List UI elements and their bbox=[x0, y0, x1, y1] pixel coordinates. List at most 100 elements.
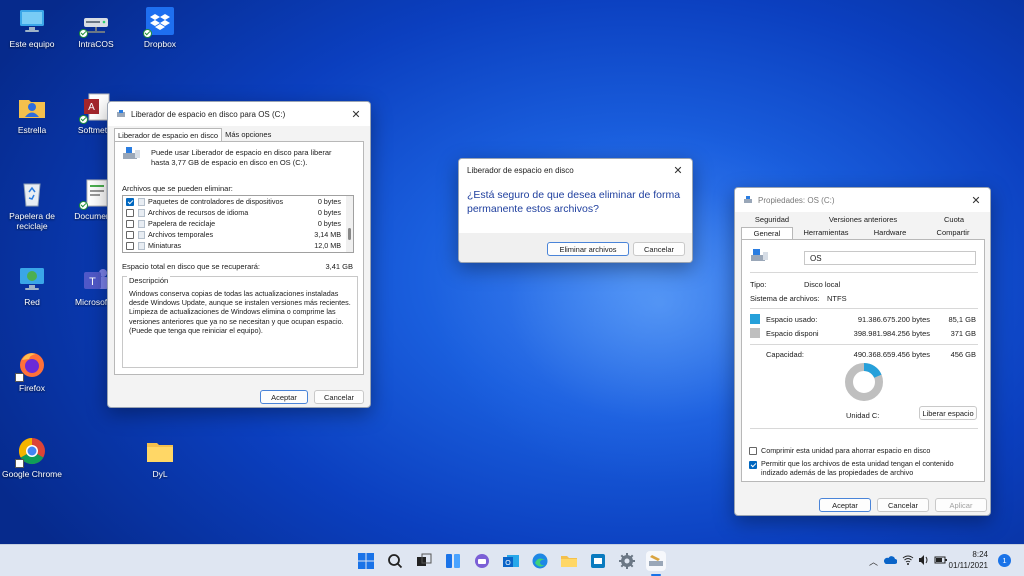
file-checkbox[interactable] bbox=[126, 230, 134, 239]
cancel-button[interactable]: Cancelar bbox=[314, 390, 364, 404]
sync-ok-icon bbox=[143, 29, 152, 38]
compress-label: Comprimir esta unidad para ahorrar espac… bbox=[761, 446, 931, 455]
windows-logo-icon bbox=[358, 553, 374, 569]
apply-button[interactable]: Aplicar bbox=[935, 498, 987, 512]
cancel-button[interactable]: Cancelar bbox=[633, 242, 685, 256]
file-checkbox[interactable] bbox=[126, 197, 134, 206]
desktop-icon-red[interactable]: Red bbox=[0, 264, 64, 307]
desktop-icon-este-equipo[interactable]: Este equipo bbox=[0, 6, 64, 49]
input-value: OS bbox=[810, 254, 822, 263]
button-label: Cancelar bbox=[643, 244, 674, 254]
tab-more-options[interactable]: Más opciones bbox=[222, 128, 274, 141]
scrollbar-thumb[interactable] bbox=[348, 228, 351, 240]
desktop-icon-dropbox[interactable]: Dropbox bbox=[128, 6, 192, 49]
disk-cleanup-icon bbox=[123, 147, 140, 159]
index-option[interactable]: Permitir que los archivos de esta unidad… bbox=[749, 459, 979, 477]
shortcut-arrow-icon bbox=[15, 459, 24, 468]
tab-seguridad[interactable]: Seguridad bbox=[741, 215, 803, 226]
divider bbox=[750, 428, 978, 429]
tab-cuota[interactable]: Cuota bbox=[923, 215, 985, 226]
file-explorer-button[interactable] bbox=[559, 551, 579, 571]
file-list-item[interactable]: Archivos temporales 3,14 MB bbox=[123, 229, 353, 240]
tab-hardware[interactable]: Hardware bbox=[859, 227, 921, 239]
close-button[interactable]: ✕ bbox=[342, 102, 370, 126]
capacity-label: Capacidad: bbox=[766, 350, 804, 359]
file-size: 3,14 MB bbox=[314, 230, 341, 239]
button-strip: Eliminar archivos Cancelar bbox=[459, 233, 692, 262]
settings-button[interactable] bbox=[617, 551, 637, 571]
dell-app-button[interactable] bbox=[588, 551, 608, 571]
delete-files-button[interactable]: Eliminar archivos bbox=[547, 242, 629, 256]
desktop-icon-papelera[interactable]: Papelera de reciclaje bbox=[0, 178, 64, 231]
ok-button[interactable]: Aceptar bbox=[819, 498, 871, 512]
firefox-icon bbox=[15, 350, 47, 382]
outlook-button[interactable]: O bbox=[501, 551, 521, 571]
tab-label: Cuota bbox=[943, 215, 964, 224]
disk-cleanup-taskbar-button[interactable] bbox=[646, 551, 666, 571]
description-text: Windows conserva copias de todas las act… bbox=[129, 289, 351, 335]
compress-checkbox[interactable] bbox=[749, 446, 757, 455]
onedrive-icon[interactable] bbox=[883, 555, 897, 565]
file-checkbox[interactable] bbox=[126, 208, 134, 217]
tab-label: Hardware bbox=[873, 228, 907, 237]
task-view-button[interactable] bbox=[414, 551, 434, 571]
desktop-icon-estrella[interactable]: Estrella bbox=[0, 92, 64, 135]
tray-chevron-icon[interactable]: ︿ bbox=[869, 555, 878, 568]
battery-icon[interactable] bbox=[934, 555, 948, 565]
file-name: Papelera de reciclaje bbox=[148, 219, 216, 228]
file-checkbox[interactable] bbox=[126, 241, 134, 250]
desktop-icon-dyl[interactable]: DyL bbox=[128, 436, 192, 479]
clock[interactable]: 8:24 01/11/2021 bbox=[948, 549, 988, 571]
tab-versiones[interactable]: Versiones anteriores bbox=[803, 215, 923, 226]
file-name: Paquetes de controladores de dispositivo… bbox=[148, 197, 284, 206]
notification-badge[interactable]: 1 bbox=[998, 554, 1011, 567]
network-drive-icon bbox=[79, 6, 111, 38]
search-button[interactable] bbox=[385, 551, 405, 571]
file-list-item[interactable]: Papelera de reciclaje 0 bytes bbox=[123, 218, 353, 229]
tab-compartir[interactable]: Compartir bbox=[921, 227, 985, 239]
description-box: Descripción Windows conserva copias de t… bbox=[122, 276, 358, 368]
confirm-dialog: Liberador de espacio en disco ✕ ¿Está se… bbox=[458, 158, 693, 263]
desktop-icon-firefox[interactable]: Firefox bbox=[0, 350, 64, 393]
free-gb: 371 GB bbox=[950, 329, 976, 338]
volume-icon[interactable] bbox=[918, 554, 930, 566]
cleanup-app-icon bbox=[117, 110, 125, 117]
tab-cleanup[interactable]: Liberador de espacio en disco bbox=[114, 128, 223, 141]
list-scrollbar[interactable] bbox=[346, 196, 353, 252]
window-title: Liberador de espacio en disco para OS (C… bbox=[131, 109, 286, 119]
file-list-item[interactable]: Paquetes de controladores de dispositivo… bbox=[123, 196, 353, 207]
files-list: Paquetes de controladores de dispositivo… bbox=[122, 195, 354, 253]
start-button[interactable] bbox=[356, 551, 376, 571]
file-list-item[interactable]: Miniaturas 12,0 MB bbox=[123, 240, 353, 251]
file-list-item[interactable]: Archivos de recursos de idioma 0 bytes bbox=[123, 207, 353, 218]
network-tray-icon[interactable] bbox=[902, 554, 914, 566]
desktop-icon-chrome[interactable]: Google Chrome bbox=[0, 436, 64, 479]
drive-name-input[interactable]: OS bbox=[804, 251, 976, 265]
compress-option[interactable]: Comprimir esta unidad para ahorrar espac… bbox=[749, 446, 930, 455]
close-icon: ✕ bbox=[971, 194, 981, 207]
computer-icon bbox=[17, 6, 47, 36]
tab-label: Versiones anteriores bbox=[828, 215, 898, 224]
free-space-button[interactable]: Liberar espacio bbox=[919, 406, 977, 420]
free-bytes: 398.981.984.256 bytes bbox=[853, 329, 930, 338]
index-checkbox[interactable] bbox=[749, 461, 757, 469]
desktop-icon-intracos[interactable]: IntraCOS bbox=[64, 6, 128, 49]
chat-button[interactable] bbox=[472, 551, 492, 571]
close-button[interactable]: ✕ bbox=[962, 188, 990, 212]
svg-text:T: T bbox=[89, 276, 96, 288]
ok-button[interactable]: Aceptar bbox=[260, 390, 308, 404]
file-type-icon bbox=[138, 197, 145, 206]
file-size: 0 bytes bbox=[317, 208, 341, 217]
file-checkbox[interactable] bbox=[126, 219, 134, 228]
svg-text:O: O bbox=[505, 560, 511, 567]
titlebar: Propiedades: OS (C:) ✕ bbox=[735, 188, 990, 212]
file-size: 0 bytes bbox=[317, 197, 341, 206]
widgets-button[interactable] bbox=[443, 551, 463, 571]
edge-button[interactable] bbox=[530, 551, 550, 571]
tab-herramientas[interactable]: Herramientas bbox=[793, 227, 859, 239]
cancel-button[interactable]: Cancelar bbox=[877, 498, 929, 512]
tab-general[interactable]: General bbox=[741, 227, 793, 239]
close-button[interactable]: ✕ bbox=[664, 159, 692, 181]
used-label: Espacio usado: bbox=[766, 315, 818, 324]
file-size: 0 bytes bbox=[317, 219, 341, 228]
